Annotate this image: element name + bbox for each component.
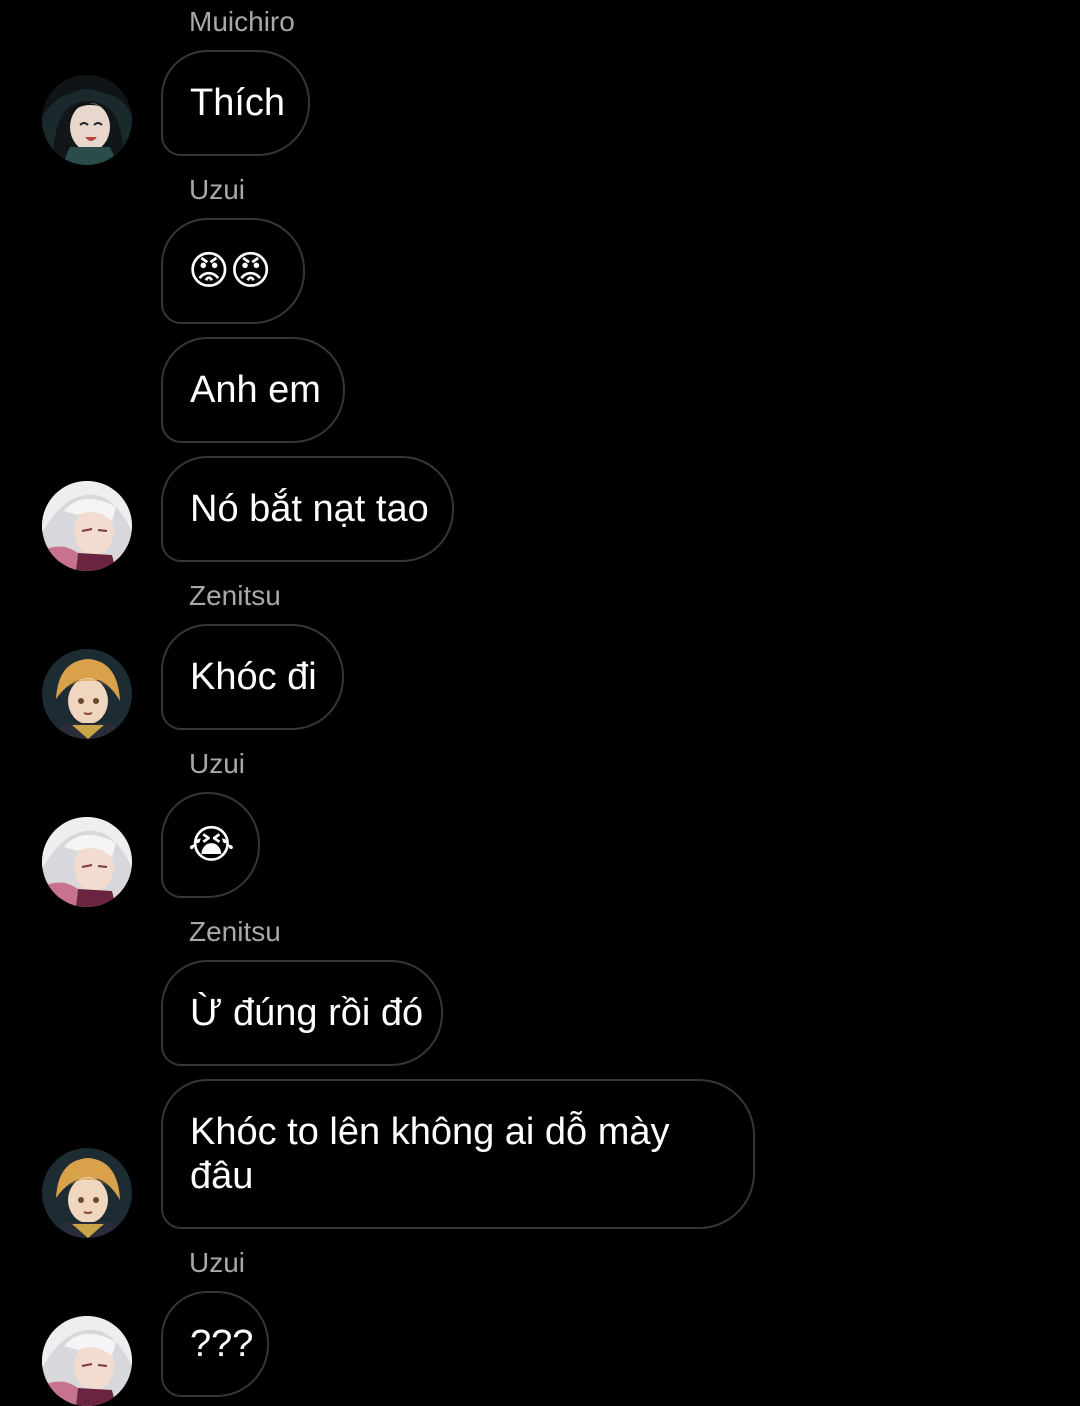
avatar-zenitsu[interactable] bbox=[42, 649, 132, 739]
sender-name-muichiro: Muichiro bbox=[189, 6, 295, 37]
message-text: 😭 bbox=[188, 823, 235, 867]
message-bubble[interactable]: Ừ đúng rồi đó bbox=[161, 960, 443, 1066]
message-text: Nó bắt nạt tao bbox=[190, 488, 429, 530]
uzui-portrait-icon bbox=[42, 1316, 132, 1406]
message-text: 😡😡 bbox=[188, 249, 272, 293]
uzui-portrait-icon bbox=[42, 481, 132, 571]
sender-name-zenitsu: Zenitsu bbox=[189, 916, 281, 947]
message-bubble[interactable]: 😭 bbox=[161, 792, 260, 898]
zenitsu-portrait-icon bbox=[42, 1148, 132, 1238]
message-text: Anh em bbox=[190, 369, 321, 411]
zenitsu-portrait-icon bbox=[42, 649, 132, 739]
message-text: Thích bbox=[190, 82, 286, 124]
avatar-uzui[interactable] bbox=[42, 817, 132, 907]
message-bubble[interactable]: ??? bbox=[161, 1291, 269, 1397]
sender-name-uzui: Uzui bbox=[189, 748, 246, 779]
message-text: Khóc to lên không ai dỗ mày đâu bbox=[190, 1111, 670, 1197]
message-bubble[interactable]: Thích bbox=[161, 50, 310, 156]
sender-name-uzui: Uzui bbox=[189, 1247, 246, 1278]
uzui-portrait-icon bbox=[42, 817, 132, 907]
sender-name-uzui: Uzui bbox=[189, 174, 246, 205]
sender-name-zenitsu: Zenitsu bbox=[189, 580, 281, 611]
message-text: ??? bbox=[190, 1323, 254, 1365]
muichiro-portrait-icon bbox=[42, 75, 132, 165]
message-bubble[interactable]: Khóc to lên không ai dỗ mày đâu bbox=[161, 1079, 755, 1229]
avatar-uzui[interactable] bbox=[42, 1316, 132, 1406]
avatar-muichiro[interactable] bbox=[42, 75, 132, 165]
avatar-uzui[interactable] bbox=[42, 481, 132, 571]
message-bubble[interactable]: Nó bắt nạt tao bbox=[161, 456, 454, 562]
message-text: Khóc đi bbox=[190, 656, 317, 698]
avatar-zenitsu[interactable] bbox=[42, 1148, 132, 1238]
message-bubble[interactable]: 😡😡 bbox=[161, 218, 305, 324]
message-text: Ừ đúng rồi đó bbox=[190, 992, 424, 1034]
message-bubble[interactable]: Anh em bbox=[161, 337, 345, 443]
message-bubble[interactable]: Khóc đi bbox=[161, 624, 344, 730]
